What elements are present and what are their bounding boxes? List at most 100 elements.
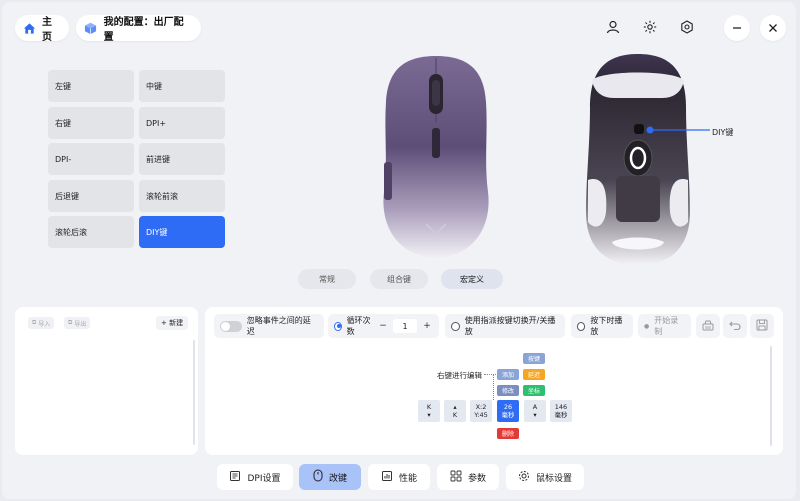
- step-top: A: [532, 403, 538, 411]
- mouse-top-view: [370, 52, 502, 262]
- import-button[interactable]: ⧉ 导入: [28, 317, 55, 329]
- diy-callout-label: DIY键: [712, 128, 734, 137]
- clear-button[interactable]: [696, 314, 720, 338]
- macro-list-scrollbar[interactable]: [193, 340, 195, 445]
- record-button[interactable]: ● 开始录制: [638, 314, 691, 338]
- key-left[interactable]: 左键: [48, 70, 134, 102]
- save-icon: [755, 317, 769, 336]
- nav-performance[interactable]: 性能: [368, 464, 430, 490]
- key-scroll-up[interactable]: 滚轮前滚: [139, 180, 225, 212]
- record-label: 开始录制: [654, 316, 679, 336]
- diy-callout-line: [646, 126, 710, 134]
- hint-connector: [484, 374, 496, 375]
- tab-label: 组合键: [387, 274, 411, 284]
- loop-count-label: 循环次数: [346, 316, 371, 336]
- loop-count-radio[interactable]: [334, 321, 342, 331]
- import-label: 导入: [38, 320, 51, 328]
- ignore-delay-toggle[interactable]: [220, 320, 242, 332]
- tab-macro[interactable]: 宏定义: [441, 269, 503, 289]
- key-middle[interactable]: 中键: [139, 70, 225, 102]
- close-icon: [767, 19, 779, 38]
- hold-play-option[interactable]: 按下时播放: [571, 314, 633, 338]
- key-forward[interactable]: 前进键: [139, 143, 225, 175]
- mouse-icon: [313, 469, 323, 485]
- delete-chip[interactable]: 删除: [497, 428, 519, 439]
- stepper-minus[interactable]: −: [377, 321, 389, 331]
- add-coord-chip[interactable]: 坐标: [523, 385, 545, 396]
- key-right[interactable]: 右键: [48, 107, 134, 139]
- edit-hint: 右键进行编辑: [437, 371, 482, 380]
- stepper-plus[interactable]: +: [421, 321, 433, 331]
- key-scroll-down[interactable]: 滚轮后滚: [48, 216, 134, 248]
- loop-count-option[interactable]: 循环次数 − 1 +: [328, 314, 439, 338]
- key-label: 滚轮后滚: [55, 227, 87, 237]
- modify-chip[interactable]: 修改: [497, 385, 519, 396]
- step-bottom: ▾: [427, 411, 431, 419]
- nav-mouse-settings[interactable]: 鼠标设置: [506, 464, 584, 490]
- stepper-value[interactable]: 1: [393, 319, 417, 333]
- step-top: 146: [554, 403, 568, 411]
- toggle-play-option[interactable]: 使用指派按键切换开/关播放: [445, 314, 565, 338]
- nav-params[interactable]: 参数: [437, 464, 499, 490]
- new-macro-button[interactable]: + 新建: [156, 316, 189, 330]
- key-label: 中键: [146, 81, 162, 91]
- key-label: 左键: [55, 81, 71, 91]
- macro-step[interactable]: K ▾: [418, 400, 440, 422]
- macro-step-selected[interactable]: 26 毫秒: [497, 400, 519, 422]
- key-back[interactable]: 后退键: [48, 180, 134, 212]
- hold-play-radio[interactable]: [577, 321, 586, 331]
- macro-step[interactable]: A ▾: [524, 400, 546, 422]
- toggle-play-radio[interactable]: [451, 321, 460, 331]
- export-icon: ⧉: [68, 319, 73, 326]
- gear-icon: [680, 19, 694, 38]
- key-label: DIY键: [146, 227, 168, 237]
- step-bottom: ▾: [533, 411, 537, 419]
- nav-dpi[interactable]: DPI设置: [217, 464, 293, 490]
- record-dot-icon: ●: [644, 322, 650, 330]
- profile-label: 我的配置：出厂配置: [103, 17, 184, 43]
- home-button[interactable]: 主页: [15, 15, 69, 43]
- ignore-delay-option[interactable]: 忽略事件之间的延迟: [214, 314, 324, 338]
- nav-remap[interactable]: 改键: [299, 464, 361, 490]
- editor-scrollbar[interactable]: [770, 346, 772, 446]
- cube-icon: [84, 21, 98, 35]
- step-bottom: Y:45: [474, 411, 488, 419]
- profile-button[interactable]: 我的配置：出厂配置: [76, 15, 201, 43]
- export-button[interactable]: ⧉ 导出: [64, 317, 91, 329]
- tab-combo[interactable]: 组合键: [370, 269, 428, 289]
- hint-connector-vertical: [493, 374, 494, 400]
- settings-button[interactable]: [674, 15, 700, 41]
- home-label: 主页: [42, 17, 52, 43]
- key-label: 滚轮前滚: [146, 191, 178, 201]
- close-button[interactable]: [760, 15, 786, 41]
- mouse-bottom-view: [578, 52, 698, 267]
- key-dpi-minus[interactable]: DPI-: [48, 143, 134, 175]
- add-key-chip[interactable]: 按键: [523, 353, 545, 364]
- step-top: X:2: [475, 403, 487, 411]
- macro-step[interactable]: ▴ K: [444, 400, 466, 422]
- step-bottom: 毫秒: [501, 411, 515, 419]
- import-icon: ⧉: [32, 319, 37, 326]
- settings-gear-icon: [518, 470, 530, 485]
- undo-icon: [728, 317, 742, 336]
- key-dpi-plus[interactable]: DPI+: [139, 107, 225, 139]
- nav-label: 鼠标设置: [535, 473, 572, 484]
- tab-label: 宏定义: [460, 274, 484, 284]
- loop-count-stepper[interactable]: − 1 +: [377, 319, 433, 333]
- lighting-button[interactable]: [637, 15, 663, 41]
- nav-label: 性能: [398, 473, 417, 484]
- grid-icon: [450, 470, 462, 485]
- minimize-button[interactable]: [724, 15, 750, 41]
- undo-button[interactable]: [723, 314, 747, 338]
- add-chip[interactable]: 添加: [497, 369, 519, 380]
- macro-step[interactable]: X:2 Y:45: [470, 400, 492, 422]
- account-button[interactable]: [600, 15, 626, 41]
- add-delay-chip[interactable]: 延迟: [523, 369, 545, 380]
- key-diy[interactable]: DIY键: [139, 216, 225, 248]
- user-icon: [606, 19, 620, 38]
- ignore-delay-label: 忽略事件之间的延迟: [246, 316, 311, 336]
- broom-icon: [701, 317, 715, 336]
- save-button[interactable]: [750, 314, 774, 338]
- tab-normal[interactable]: 常规: [298, 269, 356, 289]
- macro-step[interactable]: 146 毫秒: [550, 400, 572, 422]
